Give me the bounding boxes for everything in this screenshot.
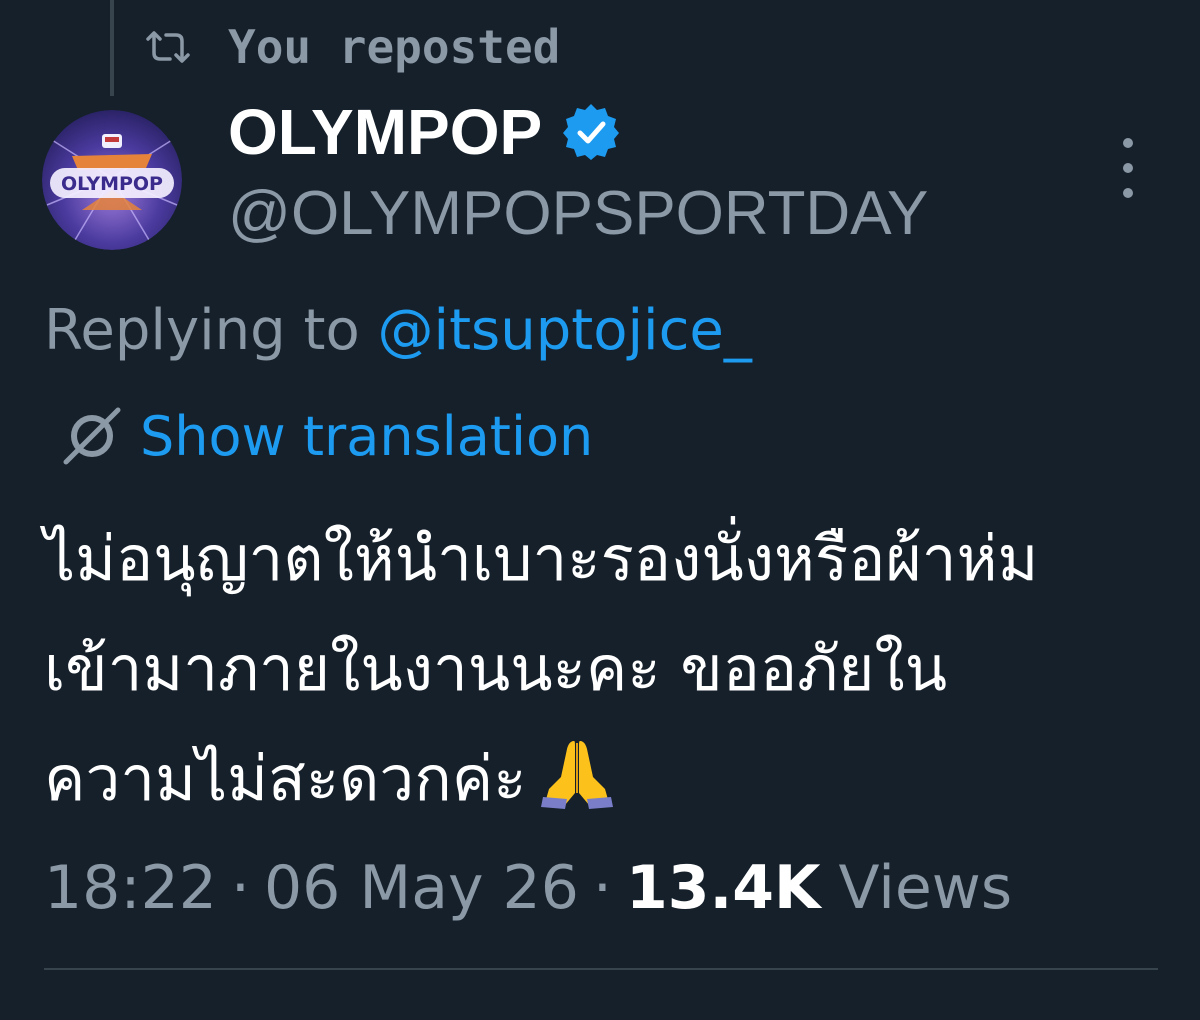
more-vertical-icon <box>1123 138 1133 148</box>
tweet-meta: 18:22 · 06 May 26 · 13.4K Views <box>44 848 1012 928</box>
svg-text:OLYMPOP: OLYMPOP <box>61 173 163 195</box>
views-label[interactable]: Views <box>839 853 1013 923</box>
tweet-text-line: ความไม่สะดวกค่ะ <box>44 742 527 815</box>
repost-header: You reposted <box>144 12 560 82</box>
reply-mention-link[interactable]: @itsuptojice_ <box>378 298 752 363</box>
author-display-name[interactable]: OLYMPOP <box>228 95 542 169</box>
reply-prefix: Replying to <box>44 298 360 363</box>
folded-hands-emoji <box>537 733 617 813</box>
show-translation-label[interactable]: Show translation <box>140 405 593 468</box>
tweet-date[interactable]: 06 May 26 <box>264 853 579 923</box>
tweet-text-line: ไม่อนุญาตให้นำเบาะรองนั่งหรือผ้าห่ม <box>44 522 1039 595</box>
tweet-time[interactable]: 18:22 <box>44 853 217 923</box>
tweet-text-line-last: ความไม่สะดวกค่ะ <box>44 724 1164 834</box>
author-name-row[interactable]: OLYMPOP <box>228 92 620 172</box>
verified-badge-icon <box>562 103 620 161</box>
tweet-text-line: เข้ามาภายในงานนะคะ ขออภัยใน <box>44 632 948 705</box>
more-vertical-icon-dot <box>1123 188 1133 198</box>
reply-context: Replying to @itsuptojice_ <box>44 298 752 363</box>
meta-separator: · <box>230 853 250 923</box>
repost-label: You reposted <box>228 20 561 74</box>
translate-icon <box>54 398 130 474</box>
repost-icon <box>144 29 192 65</box>
author-handle[interactable]: @OLYMPOPSPORTDAY <box>228 178 928 249</box>
thread-connector-line <box>110 0 114 96</box>
meta-separator: · <box>592 853 612 923</box>
views-count[interactable]: 13.4K <box>626 853 821 923</box>
more-options-button[interactable] <box>1108 138 1148 198</box>
tweet-text: ไม่อนุญาตให้นำเบาะรองนั่งหรือผ้าห่ม เข้า… <box>44 504 1164 834</box>
divider <box>44 968 1158 970</box>
more-vertical-icon-dot <box>1123 163 1133 173</box>
show-translation-button[interactable]: Show translation <box>54 398 593 474</box>
avatar[interactable]: OLYMPOP <box>42 110 182 250</box>
